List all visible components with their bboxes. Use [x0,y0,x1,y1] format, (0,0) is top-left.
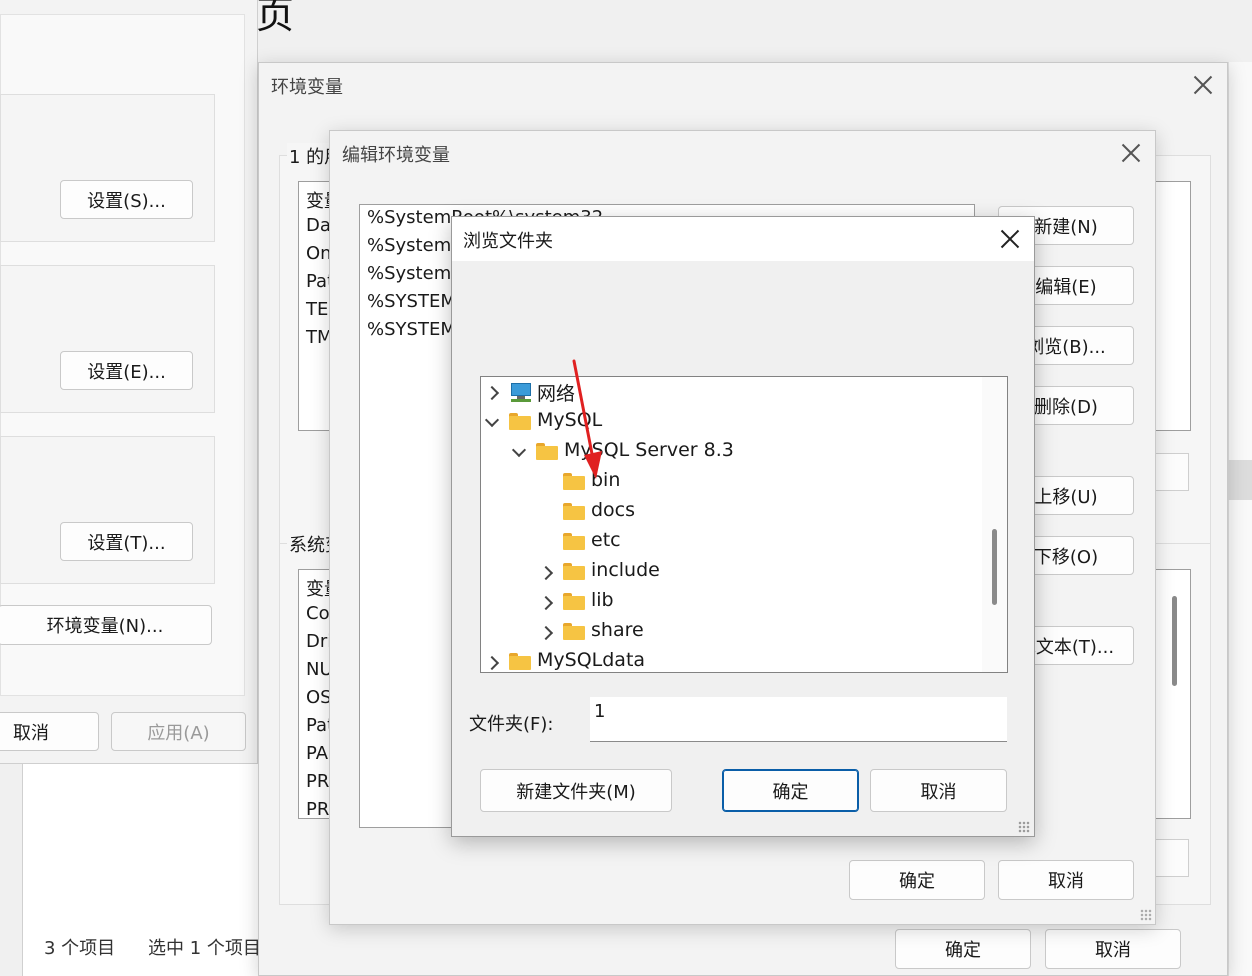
path-row-2[interactable]: %SystemR [367,263,464,284]
tree-item-share[interactable]: share [591,619,644,641]
browse-ok-button[interactable]: 确定 [722,769,859,812]
folder-icon [563,593,585,610]
startup-group [0,436,215,584]
bg-title-fragment: 页 [256,0,295,37]
user-var-row-0[interactable]: Da [306,215,331,236]
performance-group [0,94,215,242]
network-icon [509,381,533,403]
bg-cancel-button[interactable]: 取消 [0,712,99,751]
collapse-mysql-server-icon[interactable] [511,442,527,458]
browse-folder-dialog: 浏览文件夹 网络 MySQL MySQL Server 8.3 bin docs… [451,216,1035,837]
path-row-3[interactable]: %SYSTEM [367,291,456,312]
edit-window-title: 编辑环境变量 [342,145,450,166]
edit-close-icon[interactable] [1119,141,1143,165]
env-ok-button[interactable]: 确定 [895,929,1031,969]
right-edge-strip [1228,460,1252,500]
apply-button[interactable]: 应用(A) [111,712,246,751]
folder-icon [563,533,585,550]
tree-item-mysqldata[interactable]: MySQLdata [537,649,645,671]
path-row-1[interactable]: %SystemR [367,235,464,256]
collapse-mysql-icon[interactable] [484,412,500,428]
folder-icon [563,563,585,580]
browse-dialog-title: 浏览文件夹 [463,231,553,252]
folder-name-input[interactable]: 1 [590,697,1007,742]
user-var-row-1[interactable]: On [306,243,332,264]
tree-item-include[interactable]: include [591,559,660,581]
tree-item-etc[interactable]: etc [591,529,621,551]
path-row-4[interactable]: %SYSTEM [367,319,456,340]
explorer-status-selected: 选中 1 个项目 [148,938,261,959]
tree-scrollbar-thumb[interactable] [992,529,997,605]
system-var-row-7[interactable]: PR [306,799,329,820]
expand-mysqldata-icon[interactable] [484,655,500,671]
bg-window: 设置(S)... 设置(E)... 设置(T)... 环境变量(N)... 取消… [0,0,258,764]
system-vars-scrollbar-thumb[interactable] [1172,596,1177,686]
system-vars-buttons-edge[interactable] [1155,839,1189,877]
tree-item-docs[interactable]: docs [591,499,635,521]
folder-icon [536,443,558,460]
folder-icon [509,653,531,670]
profile-group [0,265,215,413]
expand-include-icon[interactable] [538,565,554,581]
system-var-row-5[interactable]: PA [306,743,328,764]
new-folder-button[interactable]: 新建文件夹(M) [480,769,672,812]
right-edge-window [1228,62,1252,976]
edit-resize-grip-icon[interactable] [1140,909,1152,921]
env-window-title: 环境变量 [271,77,343,98]
explorer-status-items: 3 个项目 [44,938,116,959]
tree-scrollbar-track[interactable] [982,377,1007,672]
folder-name-value: 1 [594,701,606,722]
annotation-arrow-icon [572,359,602,479]
folder-icon [563,503,585,520]
browse-resize-grip-icon[interactable] [1018,821,1030,833]
browse-cancel-button[interactable]: 取消 [870,769,1007,812]
edit-cancel-button[interactable]: 取消 [998,860,1134,900]
user-vars-buttons-edge[interactable] [1155,453,1189,491]
env-close-icon[interactable] [1191,73,1215,97]
expand-network-icon[interactable] [484,385,500,401]
expand-share-icon[interactable] [538,625,554,641]
tree-item-lib[interactable]: lib [591,589,614,611]
browse-close-icon[interactable] [998,227,1022,251]
edit-ok-button[interactable]: 确定 [849,860,985,900]
settings-e-button[interactable]: 设置(E)... [60,351,193,390]
system-var-row-3[interactable]: OS [306,687,332,708]
folder-field-label: 文件夹(F): [469,714,554,735]
env-cancel-button[interactable]: 取消 [1045,929,1181,969]
folder-icon [509,413,531,430]
system-var-row-6[interactable]: PR [306,771,329,792]
expand-lib-icon[interactable] [538,595,554,611]
settings-t-button[interactable]: 设置(T)... [60,522,193,561]
settings-s-button[interactable]: 设置(S)... [60,180,193,219]
environment-variables-button[interactable]: 环境变量(N)... [0,605,212,645]
system-var-row-0[interactable]: Co [306,603,330,624]
folder-icon [563,623,585,640]
